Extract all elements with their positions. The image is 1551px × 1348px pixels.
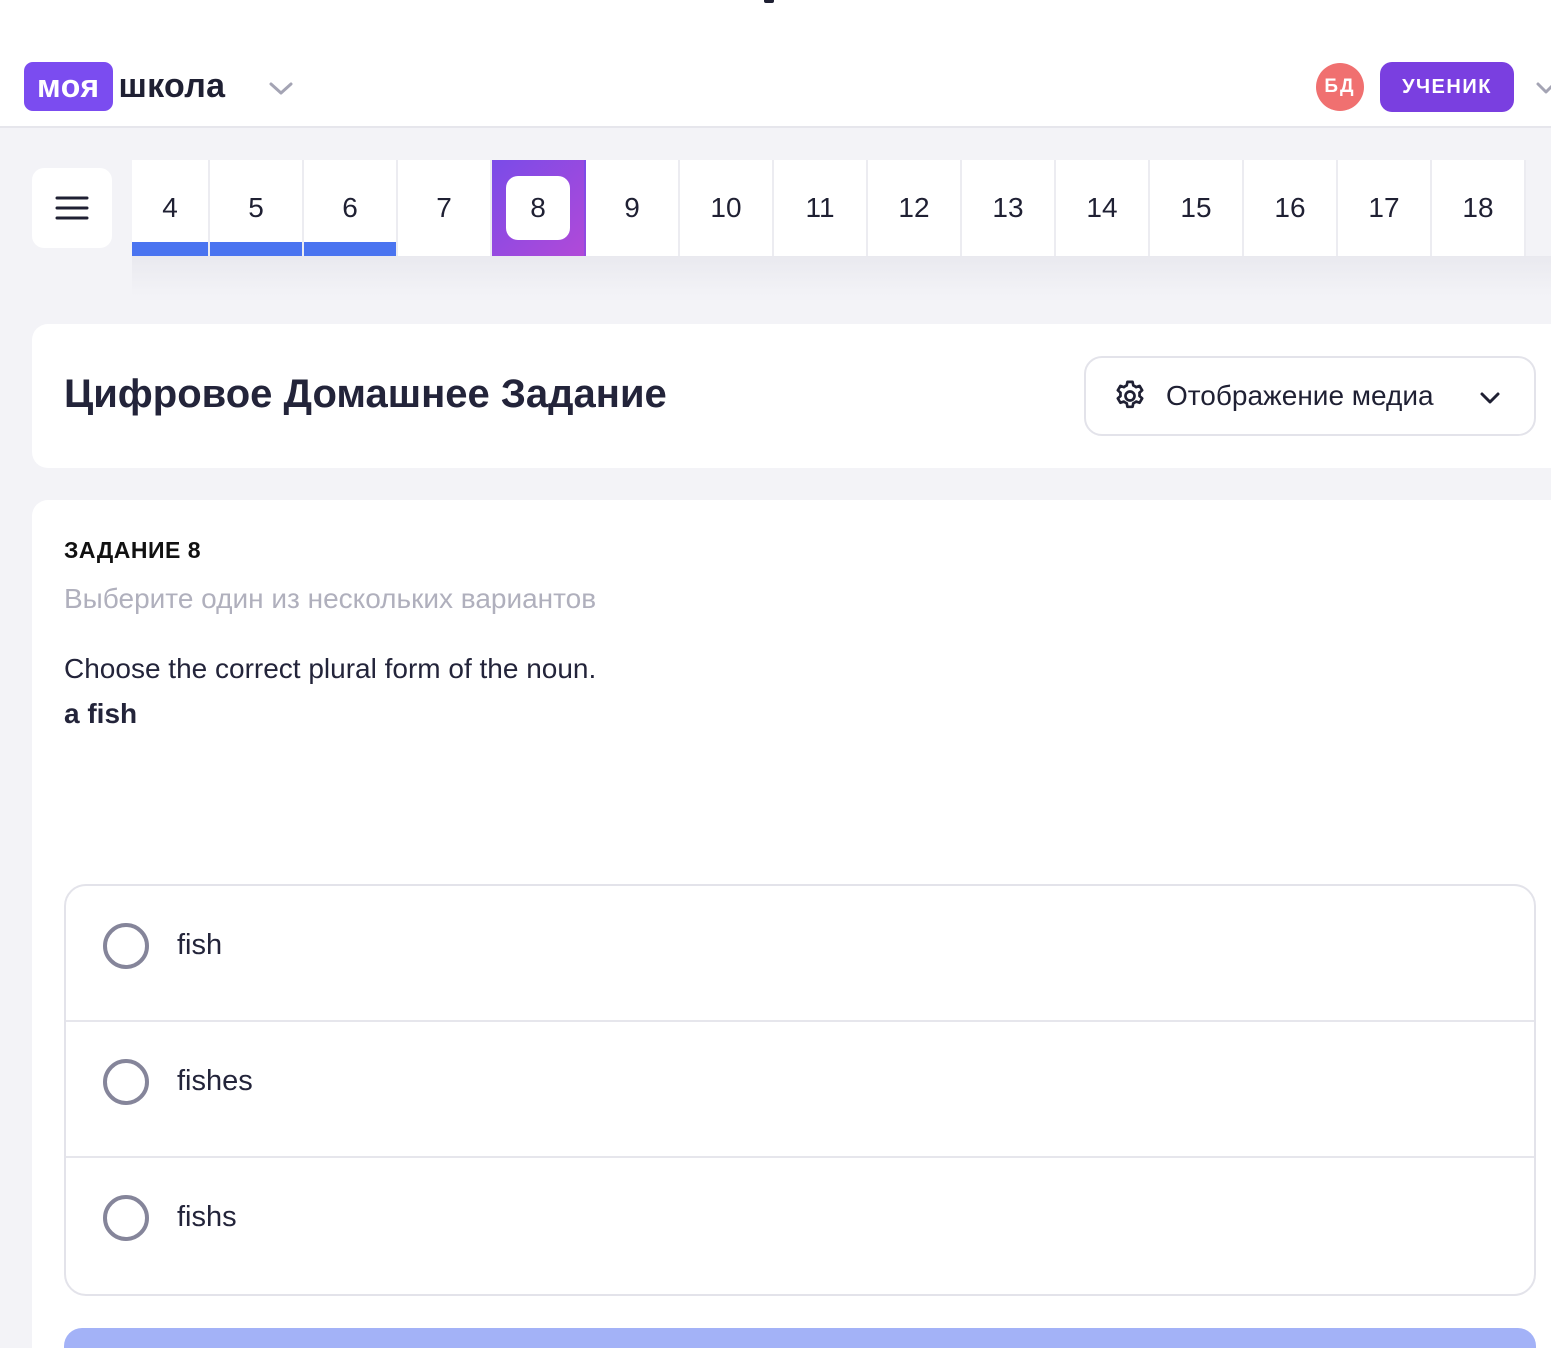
answer-option[interactable]: fish — [66, 886, 1534, 1022]
radio-button[interactable] — [103, 1059, 149, 1105]
task-tab-number: 4 — [162, 192, 178, 223]
task-tab[interactable]: 13 — [962, 160, 1056, 256]
answer-options: fish fishes fishs — [64, 884, 1536, 1296]
role-badge[interactable]: УЧЕНИК — [1380, 62, 1514, 112]
answer-option[interactable]: fishs — [66, 1158, 1534, 1294]
avatar[interactable]: БД — [1316, 63, 1364, 111]
task-tab-number: 16 — [1274, 192, 1306, 223]
task-tab[interactable]: 18 — [1432, 160, 1526, 256]
task-tab-number: 11 — [805, 192, 835, 223]
media-display-label: Отображение медиа — [1166, 380, 1434, 411]
task-tab-number: 6 — [342, 192, 358, 223]
hamburger-icon — [55, 196, 89, 220]
submit-button[interactable] — [64, 1328, 1536, 1348]
task-tab-number: 5 — [248, 192, 264, 223]
media-display-dropdown[interactable]: Отображение медиа — [1084, 356, 1536, 436]
answer-option[interactable]: fishes — [66, 1022, 1534, 1158]
gear-icon — [1116, 380, 1144, 409]
task-card: ЗАДАНИЕ 8 Выберите один из нескольких ва… — [32, 500, 1551, 1348]
logo[interactable]: моя школа — [24, 62, 225, 111]
task-tab[interactable]: 11 — [774, 160, 868, 256]
task-tab[interactable]: 12 — [868, 160, 962, 256]
task-tab-number: 8 — [506, 176, 570, 240]
task-tab-number: 13 — [992, 192, 1024, 223]
app-header: моя школа БД УЧЕНИК — [0, 0, 1551, 128]
question-word: a fish — [64, 698, 138, 729]
logo-badge: моя — [24, 62, 113, 111]
task-tab-number: 12 — [898, 192, 930, 223]
radio-button[interactable] — [103, 1195, 149, 1241]
task-tab-number: 7 — [436, 192, 452, 223]
task-tab-number: 17 — [1368, 192, 1400, 223]
logo-text: школа — [118, 67, 226, 105]
task-tab[interactable]: 15 — [1150, 160, 1244, 256]
task-tab[interactable]: 5 — [210, 160, 304, 256]
answer-option-label: fishs — [177, 1201, 237, 1233]
task-tab[interactable]: 17 — [1338, 160, 1432, 256]
task-tab-number: 15 — [1180, 192, 1212, 223]
radio-button[interactable] — [103, 923, 149, 969]
chevron-down-icon[interactable] — [266, 76, 296, 100]
task-instruction: Выберите один из нескольких вариантов — [64, 583, 597, 614]
title-card: Цифровое Домашнее Задание Отображение ме… — [32, 324, 1551, 468]
task-tab[interactable]: 16 — [1244, 160, 1338, 256]
task-tab[interactable]: 7 — [398, 160, 492, 256]
task-tab-current[interactable]: 8 — [492, 160, 586, 256]
answer-option-label: fish — [177, 929, 223, 961]
task-strip: 4 5 6 7 8 9 10 11 12 13 14 15 16 17 18 — [132, 160, 1526, 256]
task-tab-number: 14 — [1086, 192, 1118, 223]
page-title: Цифровое Домашнее Задание — [64, 372, 667, 416]
task-tab[interactable]: 14 — [1056, 160, 1150, 256]
task-tab[interactable]: 10 — [680, 160, 774, 256]
task-tab-number: 10 — [710, 192, 742, 223]
task-tab-number: 18 — [1462, 192, 1494, 223]
task-number: ЗАДАНИЕ 8 — [64, 537, 202, 563]
task-tab[interactable]: 9 — [586, 160, 680, 256]
question-text: Choose the correct plural form of the no… — [64, 653, 597, 684]
menu-button[interactable] — [32, 168, 112, 248]
task-tab-number: 9 — [624, 192, 640, 223]
task-tab[interactable]: 6 — [304, 160, 398, 256]
chevron-down-icon[interactable] — [1534, 76, 1551, 100]
answer-option-label: fishes — [177, 1065, 253, 1097]
task-tab[interactable]: 4 — [132, 160, 210, 256]
strip-shadow — [132, 256, 1551, 296]
chevron-down-icon — [1480, 392, 1500, 404]
top-edge-fragment — [764, 0, 774, 3]
